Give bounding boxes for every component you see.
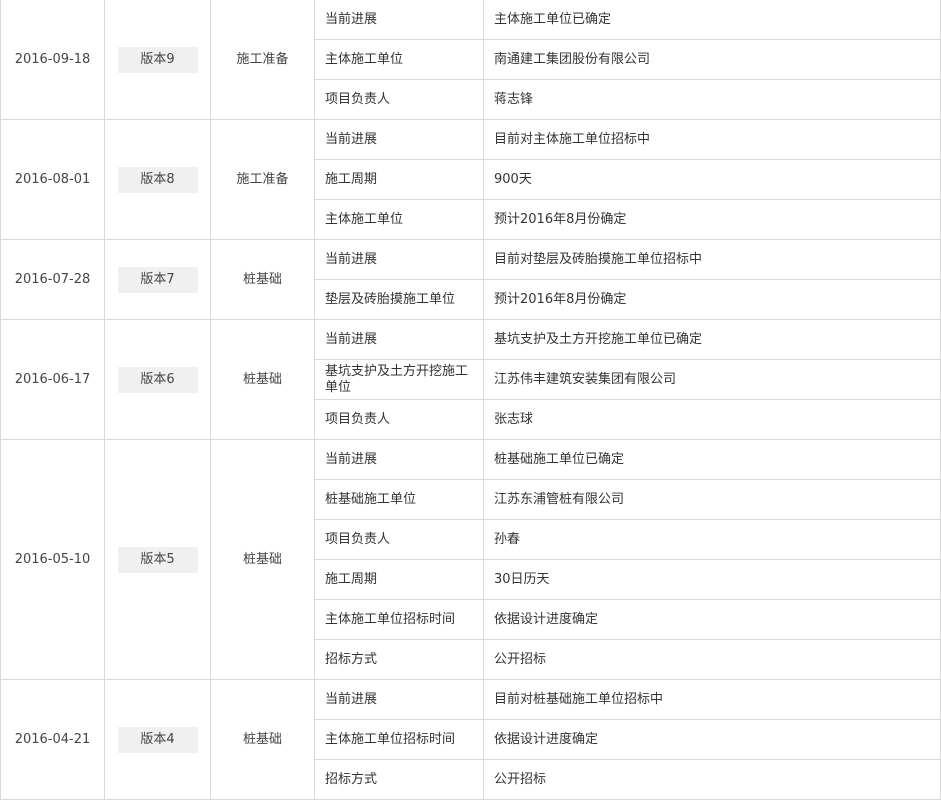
detail-field-value: 主体施工单位已确定 [483, 0, 941, 40]
detail-field-label: 桩基础施工单位 [314, 479, 484, 520]
detail-field-value: 目前对主体施工单位招标中 [483, 119, 941, 160]
detail-field-label: 当前进展 [314, 679, 484, 720]
version-badge: 版本4 [117, 726, 198, 753]
detail-field-value: 南通建工集团股份有限公司 [483, 39, 941, 80]
detail-field-value: 孙春 [483, 519, 941, 560]
history-table-body: 2016-09-18 版本9 施工准备 当前进展 主体施工单位已确定 主体施工单位 南通建工… [0, 0, 941, 800]
detail-field-value: 江苏东浦管桩有限公司 [483, 479, 941, 520]
project-stage: 桩基础 [210, 319, 315, 440]
detail-field-value: 依据设计进度确定 [483, 719, 941, 760]
version-date: 2016-05-10 [0, 439, 105, 680]
version-badge: 版本5 [117, 546, 198, 573]
table-row: 2016-06-17 版本6 桩基础 当前进展 基坑支护及土方开挖施工单位已确定 [0, 319, 941, 440]
detail-field-label: 垫层及砖胎摸施工单位 [314, 279, 484, 320]
version-badge: 版本7 [117, 266, 198, 293]
detail-field-value: 目前对垫层及砖胎摸施工单位招标中 [483, 239, 941, 280]
detail-field-label: 项目负责人 [314, 519, 484, 560]
version-date: 2016-07-28 [0, 239, 105, 320]
detail-field-label: 招标方式 [314, 639, 484, 680]
detail-field-label: 施工周期 [314, 159, 484, 200]
detail-field-label: 主体施工单位 [314, 199, 484, 240]
detail-field-value: 公开招标 [483, 639, 941, 680]
detail-field-value: 基坑支护及土方开挖施工单位已确定 [483, 319, 941, 360]
project-stage: 桩基础 [210, 439, 315, 680]
version-cell: 版本5 [104, 439, 211, 680]
version-date: 2016-08-01 [0, 119, 105, 240]
version-cell: 版本7 [104, 239, 211, 320]
detail-field-value: 蒋志锋 [483, 79, 941, 120]
version-cell: 版本4 [104, 679, 211, 800]
detail-field-value: 900天 [483, 159, 941, 200]
detail-field-value: 公开招标 [483, 759, 941, 800]
project-stage: 施工准备 [210, 119, 315, 240]
table-row: 2016-04-21 版本4 桩基础 当前进展 目前对桩基础施工单位招标中 [0, 679, 941, 800]
detail-field-label: 基坑支护及土方开挖施工单位 [314, 359, 484, 400]
version-date: 2016-09-18 [0, 0, 105, 120]
detail-field-label: 主体施工单位招标时间 [314, 599, 484, 640]
project-stage: 桩基础 [210, 239, 315, 320]
table-row: 2016-07-28 版本7 桩基础 当前进展 目前对垫层及砖胎摸施工单位招标中 [0, 239, 941, 320]
detail-field-value: 依据设计进度确定 [483, 599, 941, 640]
version-cell: 版本8 [104, 119, 211, 240]
detail-field-label: 主体施工单位招标时间 [314, 719, 484, 760]
version-badge: 版本9 [117, 46, 198, 73]
table-row: 2016-05-10 版本5 桩基础 当前进展 桩基础施工单位已确定 [0, 439, 941, 680]
detail-field-label: 主体施工单位 [314, 39, 484, 80]
version-cell: 版本6 [104, 319, 211, 440]
detail-field-value: 目前对桩基础施工单位招标中 [483, 679, 941, 720]
detail-field-label: 项目负责人 [314, 79, 484, 120]
detail-field-value: 张志球 [483, 399, 941, 440]
detail-field-value: 30日历天 [483, 559, 941, 600]
version-date: 2016-04-21 [0, 679, 105, 800]
version-badge: 版本8 [117, 166, 198, 193]
version-cell: 版本9 [104, 0, 211, 120]
table-row: 2016-08-01 版本8 施工准备 当前进展 目前对主体施工单位招标中 [0, 119, 941, 240]
detail-field-value: 预计2016年8月份确定 [483, 279, 941, 320]
project-stage: 桩基础 [210, 679, 315, 800]
detail-field-label: 项目负责人 [314, 399, 484, 440]
version-date: 2016-06-17 [0, 319, 105, 440]
version-badge: 版本6 [117, 366, 198, 393]
detail-field-label: 当前进展 [314, 0, 484, 40]
detail-field-label: 当前进展 [314, 439, 484, 480]
table-row: 2016-09-18 版本9 施工准备 当前进展 主体施工单位已确定 [0, 0, 941, 120]
project-version-history-table: 2016-09-18 版本9 施工准备 当前进展 主体施工单位已确定 主体施工单位 南通建工… [0, 0, 941, 800]
project-stage: 施工准备 [210, 0, 315, 120]
detail-field-value: 预计2016年8月份确定 [483, 199, 941, 240]
detail-field-label: 当前进展 [314, 119, 484, 160]
detail-field-value: 江苏伟丰建筑安装集团有限公司 [483, 359, 941, 400]
detail-field-value: 桩基础施工单位已确定 [483, 439, 941, 480]
detail-field-label: 招标方式 [314, 759, 484, 800]
detail-field-label: 施工周期 [314, 559, 484, 600]
detail-field-label: 当前进展 [314, 319, 484, 360]
detail-field-label: 当前进展 [314, 239, 484, 280]
